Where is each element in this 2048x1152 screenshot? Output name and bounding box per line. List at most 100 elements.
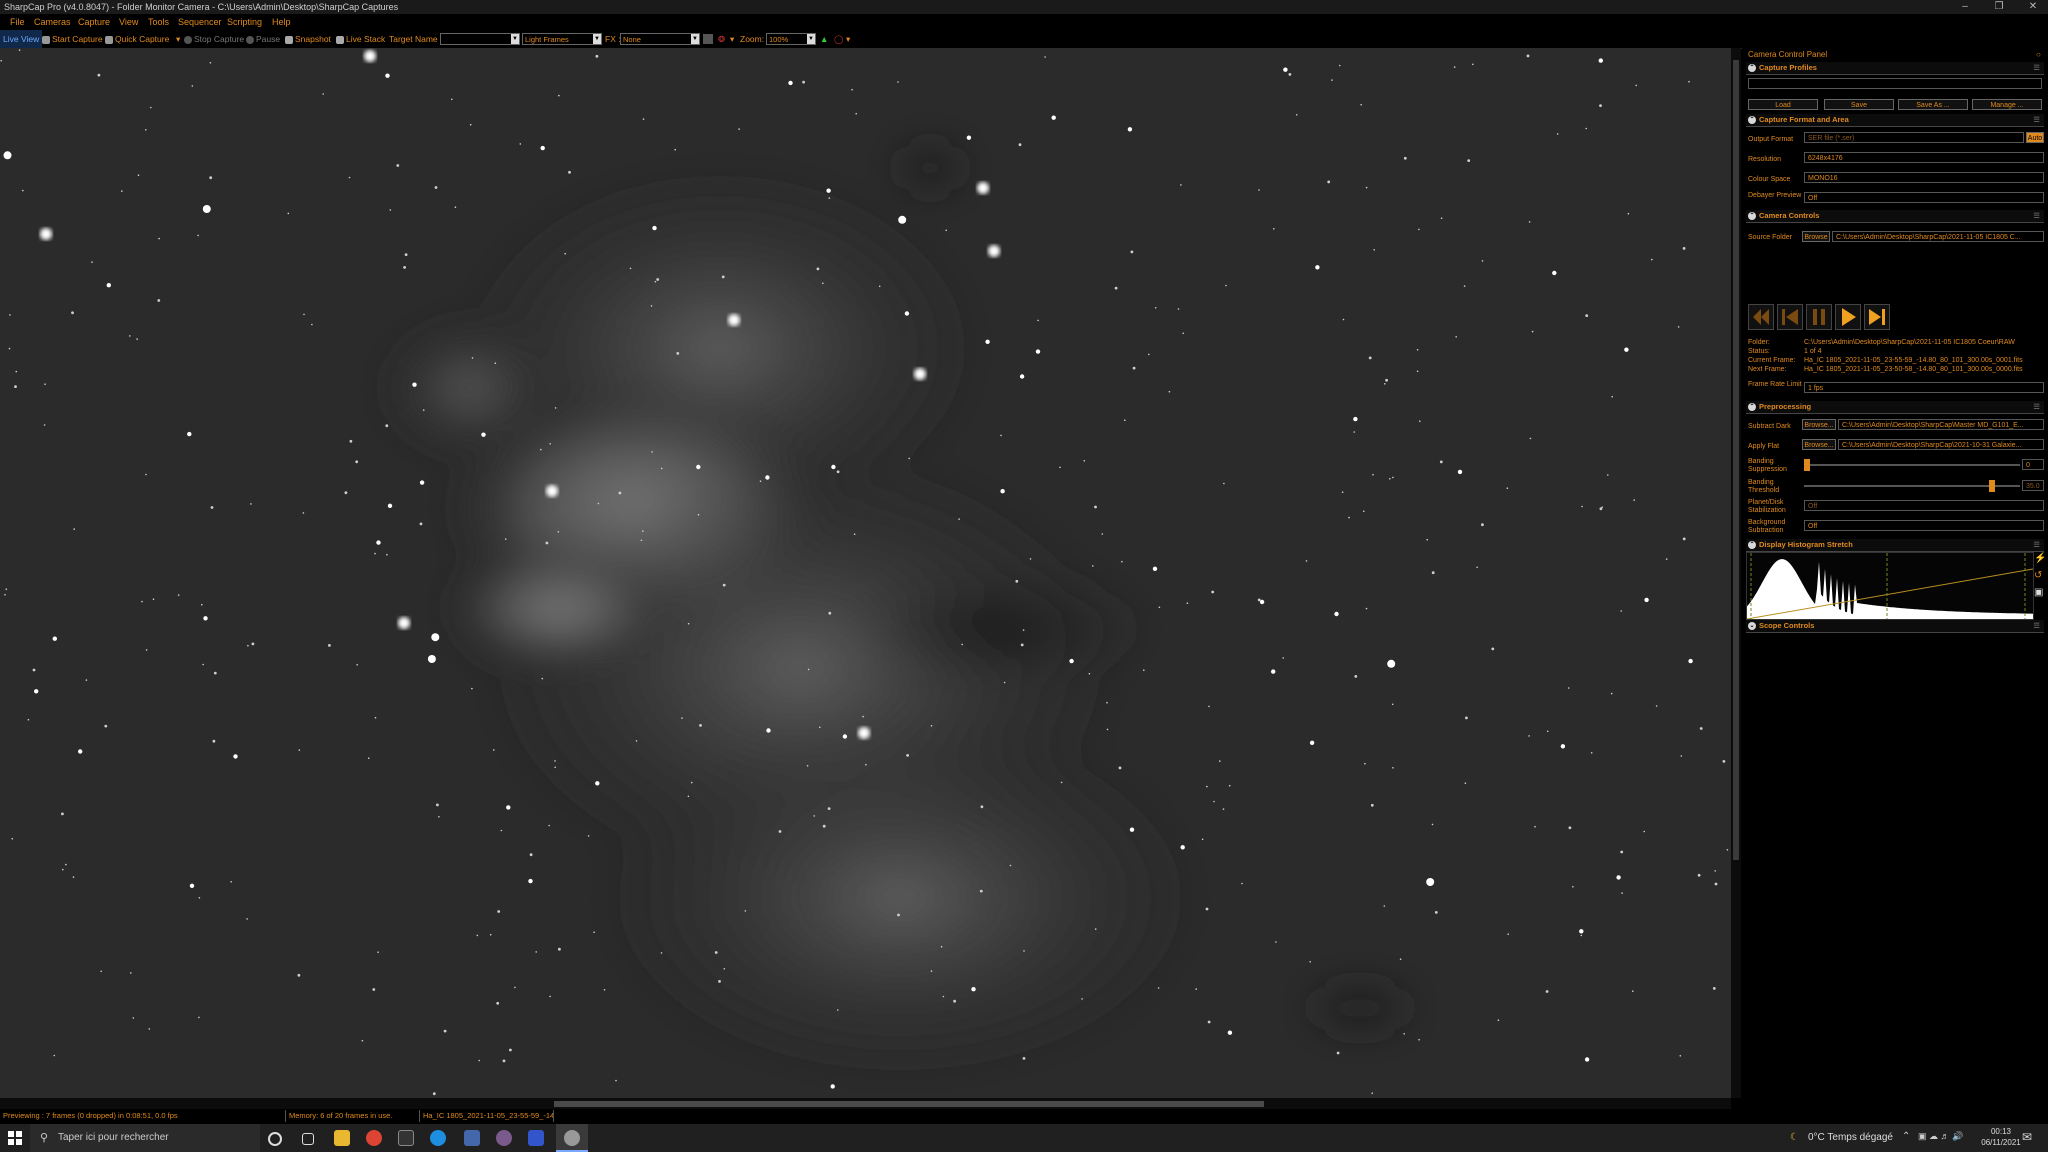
planet-disk-select[interactable]: Off	[1804, 500, 2044, 511]
pin-icon[interactable]: ○	[2036, 50, 2041, 59]
reset-icon[interactable]: ↺	[2034, 570, 2046, 582]
banding-threshold-slider[interactable]	[1804, 485, 2020, 487]
star	[1464, 782, 1467, 784]
star	[493, 749, 495, 751]
star	[1392, 476, 1394, 479]
tray-chevron-icon[interactable]: ⌃	[1902, 1131, 1910, 1142]
notification-icon[interactable]: ✉	[2022, 1130, 2032, 1144]
pause-button[interactable]: Pause	[246, 30, 280, 48]
histogram-chart[interactable]	[1746, 552, 2034, 620]
background-subtraction-select[interactable]: Off	[1804, 520, 2044, 531]
menu-cameras[interactable]: Cameras	[34, 14, 71, 30]
resolution-select[interactable]: 6248x4176	[1804, 152, 2044, 163]
section-capture-format[interactable]: ⌃ Capture Format and Area ☰	[1746, 114, 2044, 127]
horizontal-scroll-thumb[interactable]	[554, 1101, 1264, 1107]
alert-icon[interactable]: ◯	[834, 30, 844, 48]
apply-flat-input[interactable]: C:\Users\Admin\Desktop\SharpCap\2021-10-…	[1838, 439, 2044, 450]
histogram-icon[interactable]: ▲	[820, 30, 828, 48]
menu-file[interactable]: File	[10, 14, 25, 30]
debayer-select[interactable]: Off	[1804, 192, 2044, 203]
pause-playback-button[interactable]	[1806, 304, 1832, 330]
sharpcap-taskbar-button[interactable]	[556, 1124, 588, 1152]
save-icon[interactable]: ▣	[2034, 587, 2046, 599]
star	[1213, 800, 1215, 803]
load-button[interactable]: Load	[1748, 99, 1818, 110]
menu-help[interactable]: Help	[272, 14, 291, 30]
terminal-icon[interactable]	[398, 1130, 414, 1146]
subtract-dark-input[interactable]: C:\Users\Admin\Desktop\SharpCap\Master M…	[1838, 419, 2044, 430]
file-explorer-icon[interactable]	[334, 1130, 350, 1146]
manage-button[interactable]: Manage ...	[1972, 99, 2042, 110]
banding-suppression-thumb[interactable]	[1804, 459, 1810, 471]
section-histogram[interactable]: ⌃ Display Histogram Stretch ☰	[1746, 539, 2044, 552]
maximize-button[interactable]: ❐	[1984, 0, 2014, 14]
star	[629, 267, 632, 270]
source-folder-input[interactable]: C:\Users\Admin\Desktop\SharpCap\2021-11-…	[1832, 231, 2044, 242]
minimize-button[interactable]: –	[1950, 0, 1980, 14]
stop-capture-button[interactable]: Stop Capture	[184, 30, 244, 48]
save-as-button[interactable]: Save As ...	[1898, 99, 1968, 110]
vertical-scroll-thumb[interactable]	[1733, 60, 1739, 860]
dark-browse-button[interactable]: Browse...	[1802, 419, 1836, 430]
output-format-select[interactable]: SER file (*.ser)	[1804, 132, 2024, 143]
banding-threshold-value[interactable]: 35.0	[2022, 480, 2044, 491]
snapshot-button[interactable]: Snapshot	[285, 30, 331, 48]
quick-capture-button[interactable]: Quick Capture	[105, 30, 169, 48]
weather-icon[interactable]: ☾	[1790, 1132, 1799, 1143]
windows-start-icon[interactable]	[8, 1131, 22, 1145]
live-stack-button[interactable]: Live Stack	[336, 30, 385, 48]
section-camera-controls[interactable]: ⌃ Camera Controls ☰	[1746, 210, 2044, 223]
rewind-start-button[interactable]	[1748, 304, 1774, 330]
menu-capture[interactable]: Capture	[78, 14, 110, 30]
target-name-input[interactable]: ▼	[440, 33, 520, 45]
section-preprocessing[interactable]: ⌃ Preprocessing ☰	[1746, 401, 2044, 414]
previous-frame-button[interactable]	[1777, 304, 1803, 330]
app-icon[interactable]	[528, 1130, 544, 1146]
banding-suppression-value[interactable]: 0	[2022, 459, 2044, 470]
zoom-select[interactable]: 100% ▼	[766, 33, 816, 45]
app-icon[interactable]	[496, 1130, 512, 1146]
star	[287, 212, 290, 215]
frame-type-select[interactable]: Light Frames ▼	[522, 33, 602, 45]
colour-space-select[interactable]: MONO16	[1804, 172, 2044, 183]
alert-dropdown[interactable]: ▾	[846, 30, 850, 48]
status-bar: Previewing : 7 frames (0 dropped) in 0:0…	[0, 1110, 2048, 1122]
reticle-dropdown[interactable]: ▾	[730, 30, 734, 48]
auto-button[interactable]: Auto	[2026, 132, 2044, 143]
banding-suppression-slider[interactable]	[1804, 464, 2020, 466]
section-capture-profiles[interactable]: ⌃ Capture Profiles ☰	[1746, 62, 2044, 75]
section-scope-controls[interactable]: ⌄ Scope Controls ☰	[1746, 620, 2044, 633]
menu-view[interactable]: View	[119, 14, 138, 30]
search-box[interactable]: ⚲ Taper ici pour rechercher	[30, 1124, 260, 1152]
task-view-icon[interactable]	[302, 1133, 314, 1145]
live-view-button[interactable]: Live View	[0, 30, 43, 48]
profile-select[interactable]	[1748, 78, 2042, 89]
edge-icon[interactable]	[430, 1130, 446, 1146]
auto-stretch-icon[interactable]: ⚡	[2034, 553, 2046, 565]
close-button[interactable]: ✕	[2018, 0, 2048, 14]
grid-icon[interactable]	[703, 34, 713, 44]
star	[1418, 1038, 1420, 1041]
weather-text[interactable]: 0°C Temps dégagé	[1808, 1132, 1893, 1143]
chrome-icon[interactable]	[366, 1130, 382, 1146]
frame-rate-select[interactable]: 1 fps	[1804, 382, 2044, 393]
save-button[interactable]: Save	[1824, 99, 1894, 110]
menu-sequencer[interactable]: Sequencer	[178, 14, 222, 30]
start-capture-button[interactable]: Start Capture	[42, 30, 103, 48]
quick-capture-dropdown[interactable]: ▾	[176, 30, 180, 48]
fx-select[interactable]: None ▼	[620, 33, 700, 45]
flat-browse-button[interactable]: Browse...	[1802, 439, 1836, 450]
tray-icons[interactable]: ▣ ☁ ♬ 🔊	[1918, 1131, 1963, 1142]
app-icon[interactable]	[464, 1130, 480, 1146]
banding-threshold-thumb[interactable]	[1988, 480, 1995, 492]
clock-time[interactable]: 00:13	[1986, 1127, 2016, 1136]
image-viewport[interactable]	[0, 48, 1731, 1098]
menu-tools[interactable]: Tools	[148, 14, 169, 30]
menu-scripting[interactable]: Scripting	[227, 14, 262, 30]
play-button[interactable]	[1835, 304, 1861, 330]
next-frame-button[interactable]	[1864, 304, 1890, 330]
cortana-icon[interactable]	[268, 1132, 282, 1146]
source-browse-button[interactable]: Browse	[1802, 231, 1830, 242]
star	[61, 812, 64, 816]
reticle-icon[interactable]: ❂	[718, 30, 725, 48]
